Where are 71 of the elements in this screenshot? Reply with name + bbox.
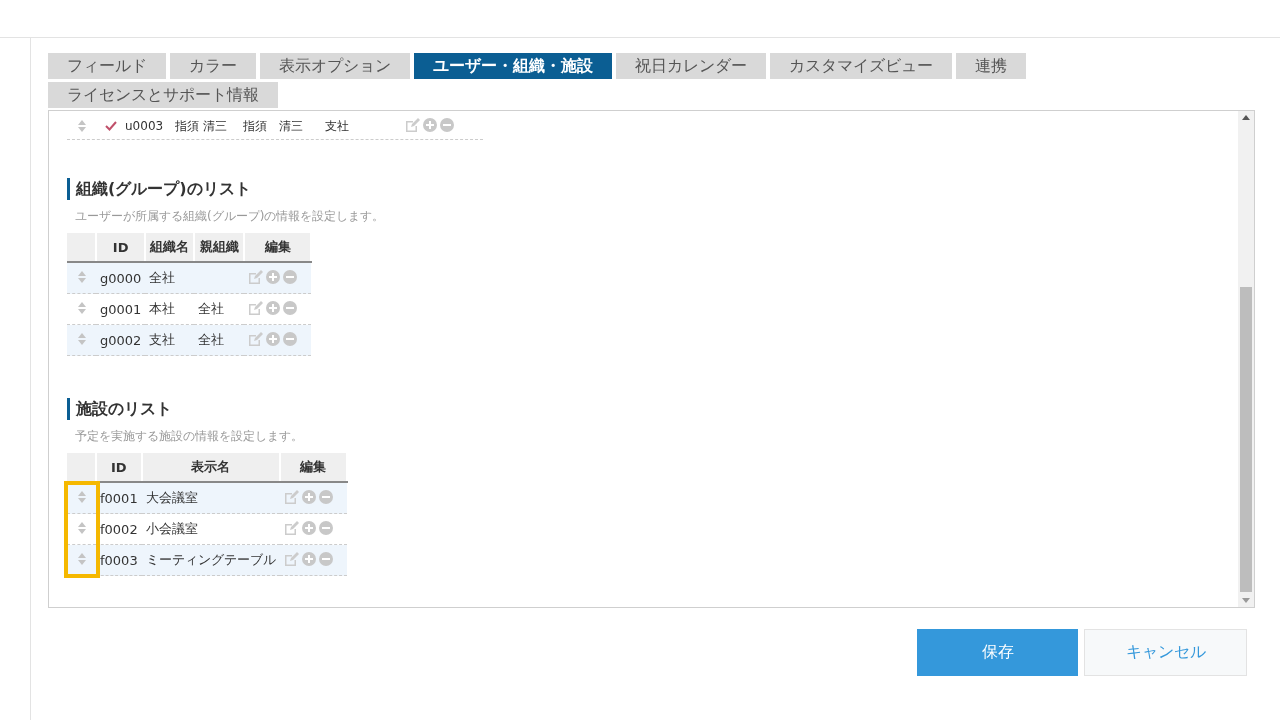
table-cell: 小会議室: [141, 513, 280, 545]
sort-handle-icon[interactable]: [77, 301, 86, 314]
table-cell: 全社: [194, 293, 245, 325]
add-icon[interactable]: [301, 489, 316, 504]
remove-icon[interactable]: [318, 551, 333, 566]
sort-handle-icon[interactable]: [77, 490, 86, 503]
table-cell: g0000: [96, 262, 146, 294]
tab[interactable]: 祝日カレンダー: [616, 53, 766, 79]
table-cell: 大会議室: [141, 482, 280, 514]
tab[interactable]: カスタマイズビュー: [770, 53, 952, 79]
section-description: 予定を実施する施設の情報を設定します。: [75, 428, 304, 445]
column-header: 親組織: [194, 233, 245, 262]
scrollbar-thumb[interactable]: [1240, 287, 1252, 592]
add-icon[interactable]: [301, 551, 316, 566]
table-cell: ミーティングテーブル: [141, 544, 280, 576]
tab[interactable]: 表示オプション: [260, 53, 410, 79]
sort-handle-icon[interactable]: [77, 552, 86, 565]
save-button[interactable]: 保存: [917, 629, 1078, 676]
table-cell-text: 支社: [325, 117, 350, 135]
edit-icon[interactable]: [248, 331, 264, 346]
add-icon[interactable]: [301, 520, 316, 535]
tab[interactable]: カラー: [170, 53, 256, 79]
tab[interactable]: ライセンスとサポート情報: [48, 82, 278, 108]
add-icon[interactable]: [423, 117, 437, 132]
sort-handle-icon[interactable]: [77, 332, 86, 345]
add-icon[interactable]: [266, 269, 281, 284]
remove-icon[interactable]: [283, 269, 298, 284]
table-header: [67, 453, 96, 482]
table-cell: f0003: [96, 544, 142, 576]
remove-icon[interactable]: [318, 520, 333, 535]
edit-icon[interactable]: [248, 300, 264, 315]
edit-icon[interactable]: [248, 269, 264, 284]
sort-handle-icon[interactable]: [77, 521, 86, 534]
table-cell: 支社: [145, 324, 195, 356]
cancel-button[interactable]: キャンセル: [1084, 629, 1247, 676]
remove-icon[interactable]: [283, 331, 298, 346]
table-header: [67, 233, 96, 262]
edit-icon[interactable]: [283, 489, 299, 504]
edit-icon[interactable]: [405, 117, 420, 132]
remove-icon[interactable]: [440, 117, 454, 132]
column-header: ID: [96, 453, 142, 482]
table-cell: 全社: [194, 324, 245, 356]
add-icon[interactable]: [266, 331, 281, 346]
table-cell: g0001: [96, 293, 146, 325]
table-cell-text: u0003: [125, 119, 165, 133]
section-description: ユーザーが所属する組織(グループ)の情報を設定します。: [75, 208, 386, 225]
scroll-down-icon[interactable]: [1242, 598, 1250, 603]
table-cell-text: 指須 清三: [243, 117, 304, 135]
table-cell-text: 指須 清三: [175, 117, 228, 135]
scroll-up-icon[interactable]: [1242, 115, 1250, 120]
add-icon[interactable]: [266, 300, 281, 315]
table-cell: g0002: [96, 324, 146, 356]
tab[interactable]: フィールド: [48, 53, 166, 79]
scrollbar[interactable]: [1238, 111, 1254, 607]
column-header: ID: [96, 233, 146, 262]
table-cell: 本社: [145, 293, 195, 325]
table-cell: f0002: [96, 513, 142, 545]
tab[interactable]: ユーザー・組織・施設: [414, 53, 612, 79]
edit-icon[interactable]: [283, 520, 299, 535]
sort-handle-icon[interactable]: [77, 270, 86, 283]
table-cell: f0001: [96, 482, 142, 514]
remove-icon[interactable]: [318, 489, 333, 504]
column-header: 編集: [279, 453, 347, 482]
sort-handle-icon[interactable]: [78, 120, 86, 132]
table-cell: 全社: [145, 262, 195, 294]
column-header: 編集: [244, 233, 312, 262]
remove-icon[interactable]: [283, 300, 298, 315]
edit-icon[interactable]: [283, 551, 299, 566]
tab[interactable]: 連携: [956, 53, 1026, 79]
column-header: 組織名: [145, 233, 195, 262]
column-header: 表示名: [141, 453, 280, 482]
